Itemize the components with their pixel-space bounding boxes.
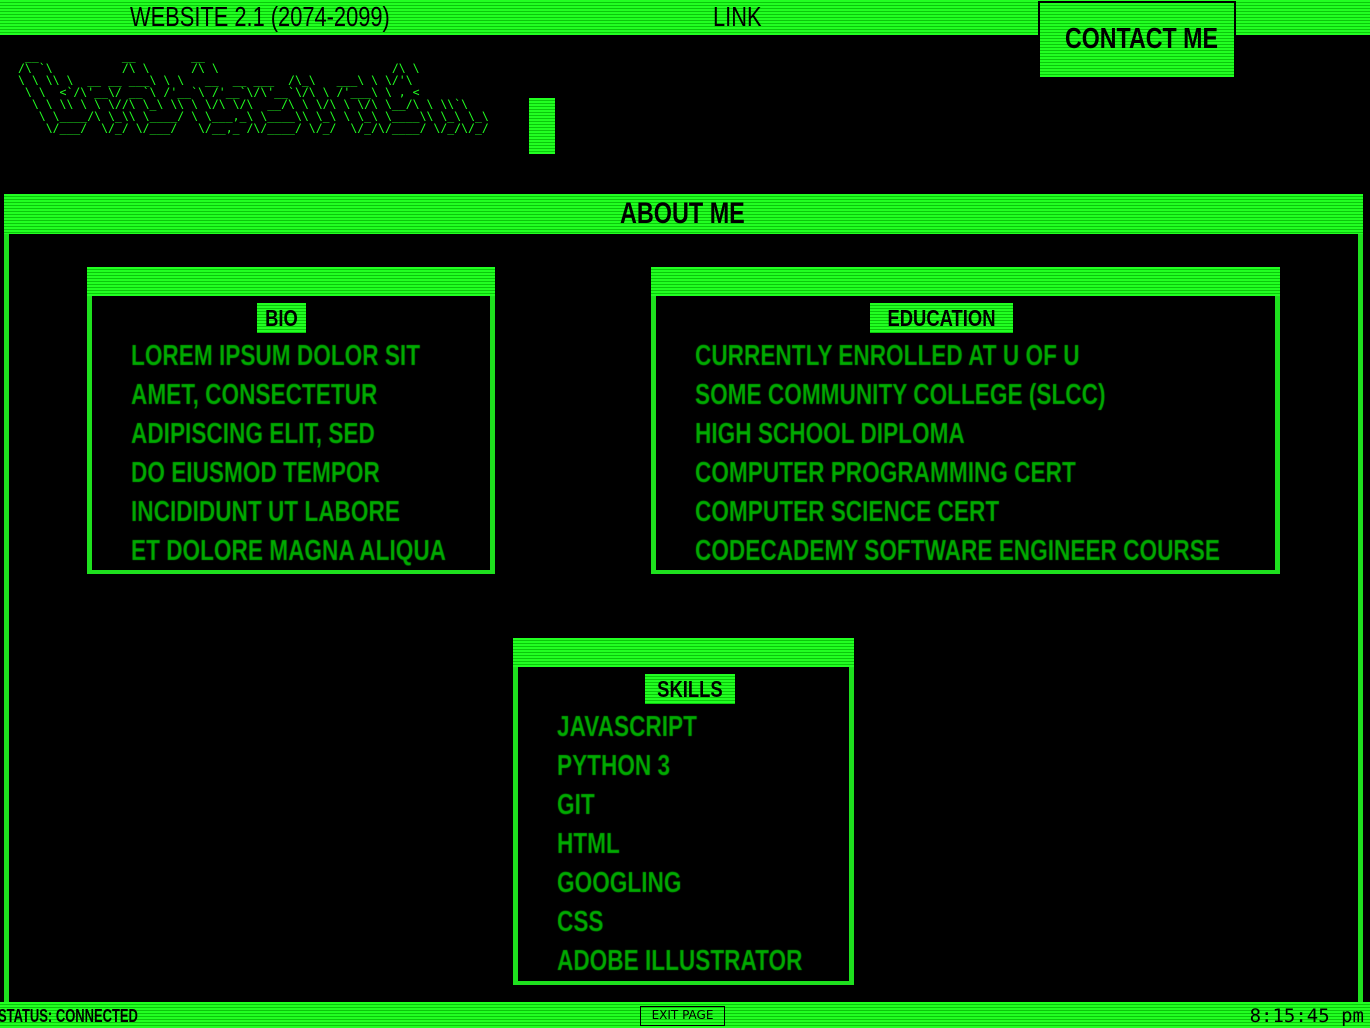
bio-panel-header <box>87 267 495 296</box>
skills-panel: SKILLS JAVASCRIPT PYTHON 3 GIT HTML GOOG… <box>513 638 854 985</box>
status-bar: STATUS: CONNECTED EXIT PAGE 8:15:45 pm <box>0 1002 1370 1028</box>
bio-panel: BIO LOREM IPSUM DOLOR SIT AMET, CONSECTE… <box>87 267 495 574</box>
blinking-cursor <box>529 98 555 154</box>
bio-title: BIO <box>265 305 298 331</box>
list-item: INCIDIDUNT UT LABORE <box>131 493 535 532</box>
list-item: LOREM IPSUM DOLOR SIT <box>131 337 535 376</box>
nav-link[interactable]: LINK <box>713 1 762 33</box>
bio-list: LOREM IPSUM DOLOR SIT AMET, CONSECTETUR … <box>131 337 535 571</box>
list-item: CSS <box>557 903 872 942</box>
list-item: AMET, CONSECTETUR <box>131 376 535 415</box>
contact-me-button[interactable]: CONTACT ME <box>1038 1 1236 79</box>
education-title-badge: EDUCATION <box>870 303 1014 333</box>
skills-title: SKILLS <box>657 676 723 702</box>
list-item: COMPUTER SCIENCE CERT <box>695 493 1368 532</box>
contact-me-label: CONTACT ME <box>1065 23 1218 55</box>
list-item: COMPUTER PROGRAMMING CERT <box>695 454 1368 493</box>
list-item: HIGH SCHOOL DIPLOMA <box>695 415 1368 454</box>
about-title: ABOUT ME <box>620 197 745 230</box>
exit-page-button[interactable]: EXIT PAGE <box>640 1006 725 1026</box>
clock: 8:15:45 pm <box>1249 1005 1364 1027</box>
list-item: CODECADEMY SOFTWARE ENGINEER COURSE <box>695 532 1368 571</box>
skills-title-badge: SKILLS <box>645 674 735 704</box>
education-list: CURRENTLY ENROLLED AT U OF U SOME COMMUN… <box>695 337 1368 571</box>
site-title: WEBSITE 2.1 (2074-2099) <box>130 1 390 32</box>
ascii-logo-text: __ __ __ /\ `\ /\ \ /\ \ /\ \ \ \ \\ \ _… <box>18 49 489 135</box>
education-panel: EDUCATION CURRENTLY ENROLLED AT U OF U S… <box>651 267 1280 574</box>
skills-panel-header <box>513 638 854 667</box>
list-item: SOME COMMUNITY COLLEGE (SLCC) <box>695 376 1368 415</box>
list-item: ET DOLORE MAGNA ALIQUA <box>131 532 535 571</box>
list-item: CURRENTLY ENROLLED AT U OF U <box>695 337 1368 376</box>
list-item: ADIPISCING ELIT, SED <box>131 415 535 454</box>
list-item: HTML <box>557 825 872 864</box>
list-item: DO EIUSMOD TEMPOR <box>131 454 535 493</box>
connection-status: STATUS: CONNECTED <box>0 1006 138 1026</box>
list-item: GIT <box>557 786 872 825</box>
education-title: EDUCATION <box>887 305 996 331</box>
list-item: PYTHON 3 <box>557 747 872 786</box>
about-header: ABOUT ME <box>4 194 1363 234</box>
list-item: ADOBE ILLUSTRATOR <box>557 942 872 981</box>
list-item: JAVASCRIPT <box>557 708 872 747</box>
education-panel-header <box>651 267 1280 296</box>
bio-title-badge: BIO <box>257 303 306 333</box>
list-item: GOOGLING <box>557 864 872 903</box>
ascii-logo: __ __ __ /\ `\ /\ \ /\ \ /\ \ \ \ \\ \ _… <box>18 50 518 160</box>
skills-list: JAVASCRIPT PYTHON 3 GIT HTML GOOGLING CS… <box>557 708 872 981</box>
